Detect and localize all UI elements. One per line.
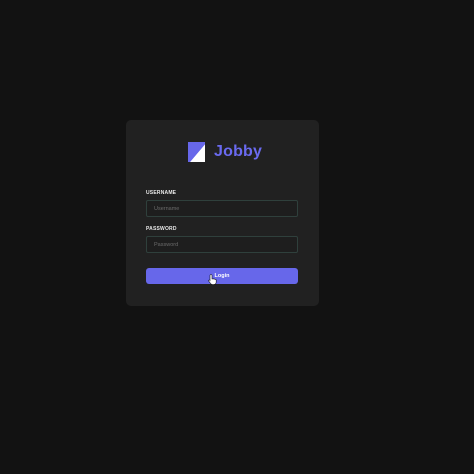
password-input[interactable]: [146, 236, 298, 253]
login-card: Jobby USERNAME PASSWORD Login: [126, 120, 319, 306]
username-input[interactable]: [146, 200, 298, 217]
jobby-logo-icon: [188, 142, 205, 162]
login-button[interactable]: Login: [146, 268, 298, 284]
brand-header: Jobby: [188, 141, 262, 163]
brand-name: Jobby: [214, 143, 263, 160]
password-label: PASSWORD: [146, 226, 177, 232]
username-label: USERNAME: [146, 190, 177, 196]
